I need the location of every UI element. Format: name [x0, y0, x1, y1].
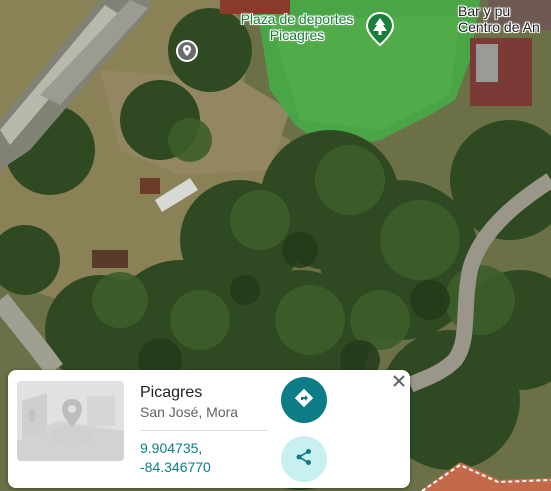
- share-icon: [294, 447, 314, 472]
- directions-button[interactable]: [281, 377, 327, 423]
- place-subtitle: San José, Mora: [140, 404, 239, 420]
- longitude-link[interactable]: -84.346770: [140, 459, 211, 475]
- directions-icon: [293, 387, 315, 414]
- divider: [140, 430, 268, 431]
- share-button[interactable]: [281, 436, 327, 482]
- latitude-link[interactable]: 9.904735,: [140, 440, 202, 456]
- bar-label[interactable]: Bar y pu Centro de An: [458, 3, 551, 35]
- close-icon: [392, 374, 406, 393]
- close-button[interactable]: [389, 373, 409, 393]
- place-title: Picagres: [140, 384, 203, 401]
- place-thumbnail[interactable]: [17, 381, 124, 461]
- street-view-thumbnail-image: [17, 381, 124, 461]
- place-card[interactable]: Picagres San José, Mora 9.904735, -84.34…: [8, 370, 410, 488]
- plaza-label[interactable]: Plaza de deportes Picagres: [226, 11, 368, 43]
